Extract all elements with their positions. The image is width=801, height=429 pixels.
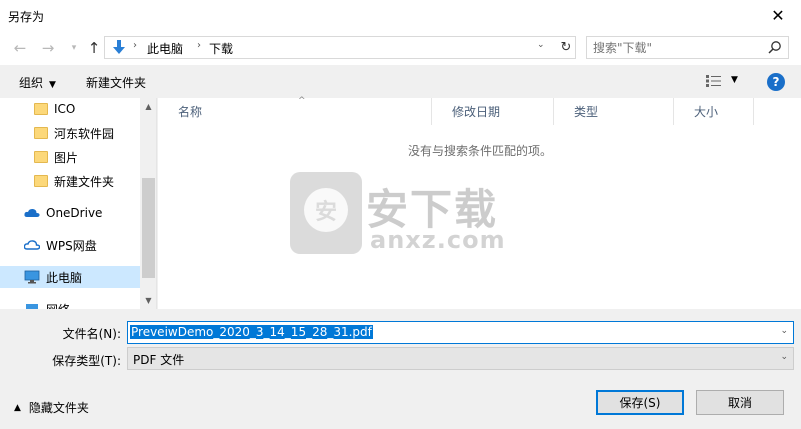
forward-arrow-icon[interactable]: → [38,38,58,58]
cloud-icon [24,208,40,217]
close-icon[interactable]: ✕ [755,0,801,31]
column-header-date[interactable]: 修改日期 [432,98,554,125]
empty-message: 没有与搜索条件匹配的项。 [408,144,553,158]
address-dropdown-icon[interactable]: ⌄ [537,40,545,50]
watermark-logo: 安 安下载 anxz.com [290,170,515,260]
caret-down-icon: ▼ [49,80,56,90]
chevron-up-icon: ▲ [14,402,21,413]
filename-label: 文件名(N): [62,327,121,341]
view-caret-icon[interactable]: ▼ [731,75,738,85]
sidebar-item-label: 新建文件夹 [54,174,115,189]
refresh-icon[interactable]: ↻ [558,39,574,55]
sort-ascending-icon: ^ [298,96,306,106]
save-button[interactable]: 保存(S) [596,390,684,415]
address-bar[interactable]: › 此电脑 › 下载 ⌄ ↻ [104,36,576,59]
sidebar-item-label: ICO [54,102,76,116]
search-box[interactable] [586,36,789,59]
chevron-down-icon[interactable]: ⌄ [780,326,788,336]
column-header-type[interactable]: 类型 [554,98,674,125]
filetype-label: 保存类型(T): [52,354,121,368]
hide-folders-label: 隐藏文件夹 [28,401,89,415]
column-header-name[interactable]: 名称 ^ [158,96,432,125]
navigation-pane: ICO 河东软件园 图片 新建文件夹 OneDrive WPS网盘 此电脑 ▲ … [0,98,157,309]
folder-icon [34,127,48,139]
folder-icon [34,103,48,115]
wps-cloud-icon [24,240,40,250]
scroll-down-icon[interactable]: ▼ [140,292,156,309]
up-arrow-icon[interactable]: ↑ [84,38,104,58]
organize-button[interactable]: 组织 ▼ [19,74,56,91]
sidebar-item-this-pc[interactable]: 此电脑 [0,266,140,288]
sidebar-scrollbar[interactable]: ▲ ▼ [140,98,156,309]
breadcrumb-downloads[interactable]: 下载 [209,40,233,57]
network-icon [26,304,38,309]
sidebar-item-pictures[interactable]: 图片 [0,146,140,168]
filename-value: PreveiwDemo_2020_3_14_15_28_31.pdf [130,325,373,339]
folder-icon [34,175,48,187]
back-arrow-icon[interactable]: ← [10,38,30,58]
help-icon[interactable]: ? [767,73,785,91]
sidebar-item-label: 此电脑 [46,270,83,285]
sidebar-item-label: 网络 [46,301,70,310]
sidebar-item-wps-cloud[interactable]: WPS网盘 [0,234,140,256]
watermark-text-en: anxz.com [370,226,506,254]
sidebar-item-label: 图片 [54,150,79,165]
command-toolbar: 组织 ▼ 新建文件夹 ▼ ? [0,65,801,98]
cancel-button[interactable]: 取消 [696,390,784,415]
scrollbar-thumb[interactable] [142,178,155,278]
download-icon [113,40,125,54]
sidebar-item-network[interactable]: 网络 [0,298,140,309]
sidebar-item-new-folder[interactable]: 新建文件夹 [0,170,140,192]
sidebar-item-onedrive[interactable]: OneDrive [0,202,140,224]
search-icon[interactable] [767,40,782,55]
column-header-size[interactable]: 大小 [674,98,754,125]
sidebar-item-label: 河东软件园 [54,126,115,141]
filetype-select[interactable]: PDF 文件 ⌄ [127,347,794,370]
shield-icon: 安 [290,172,362,254]
hide-folders-toggle[interactable]: ▲ 隐藏文件夹 [14,399,89,416]
folder-icon [34,151,48,163]
recent-locations-icon[interactable]: ▾ [64,38,84,58]
sidebar-item-label: WPS网盘 [46,238,97,253]
sidebar-item-label: OneDrive [46,206,103,220]
chevron-down-icon[interactable]: ⌄ [780,352,788,362]
breadcrumb-separator: › [133,40,137,51]
window-title: 另存为 [8,10,45,24]
breadcrumb-separator: › [197,40,201,51]
breadcrumb-this-pc[interactable]: 此电脑 [147,40,183,57]
sidebar-item-ico[interactable]: ICO [0,98,140,120]
scroll-up-icon[interactable]: ▲ [140,98,156,115]
new-folder-button[interactable]: 新建文件夹 [86,74,146,91]
navigation-bar: ← → ▾ ↑ › 此电脑 › 下载 ⌄ ↻ [0,31,801,65]
computer-icon [24,270,40,284]
view-options-icon[interactable] [705,74,723,88]
title-bar: 另存为 ✕ [0,0,801,31]
filename-field[interactable]: PreveiwDemo_2020_3_14_15_28_31.pdf ⌄ [127,321,794,344]
sidebar-item-hedong[interactable]: 河东软件园 [0,122,140,144]
filetype-value: PDF 文件 [133,353,185,367]
save-form: 文件名(N): PreveiwDemo_2020_3_14_15_28_31.p… [0,309,801,429]
search-input[interactable] [593,39,763,56]
